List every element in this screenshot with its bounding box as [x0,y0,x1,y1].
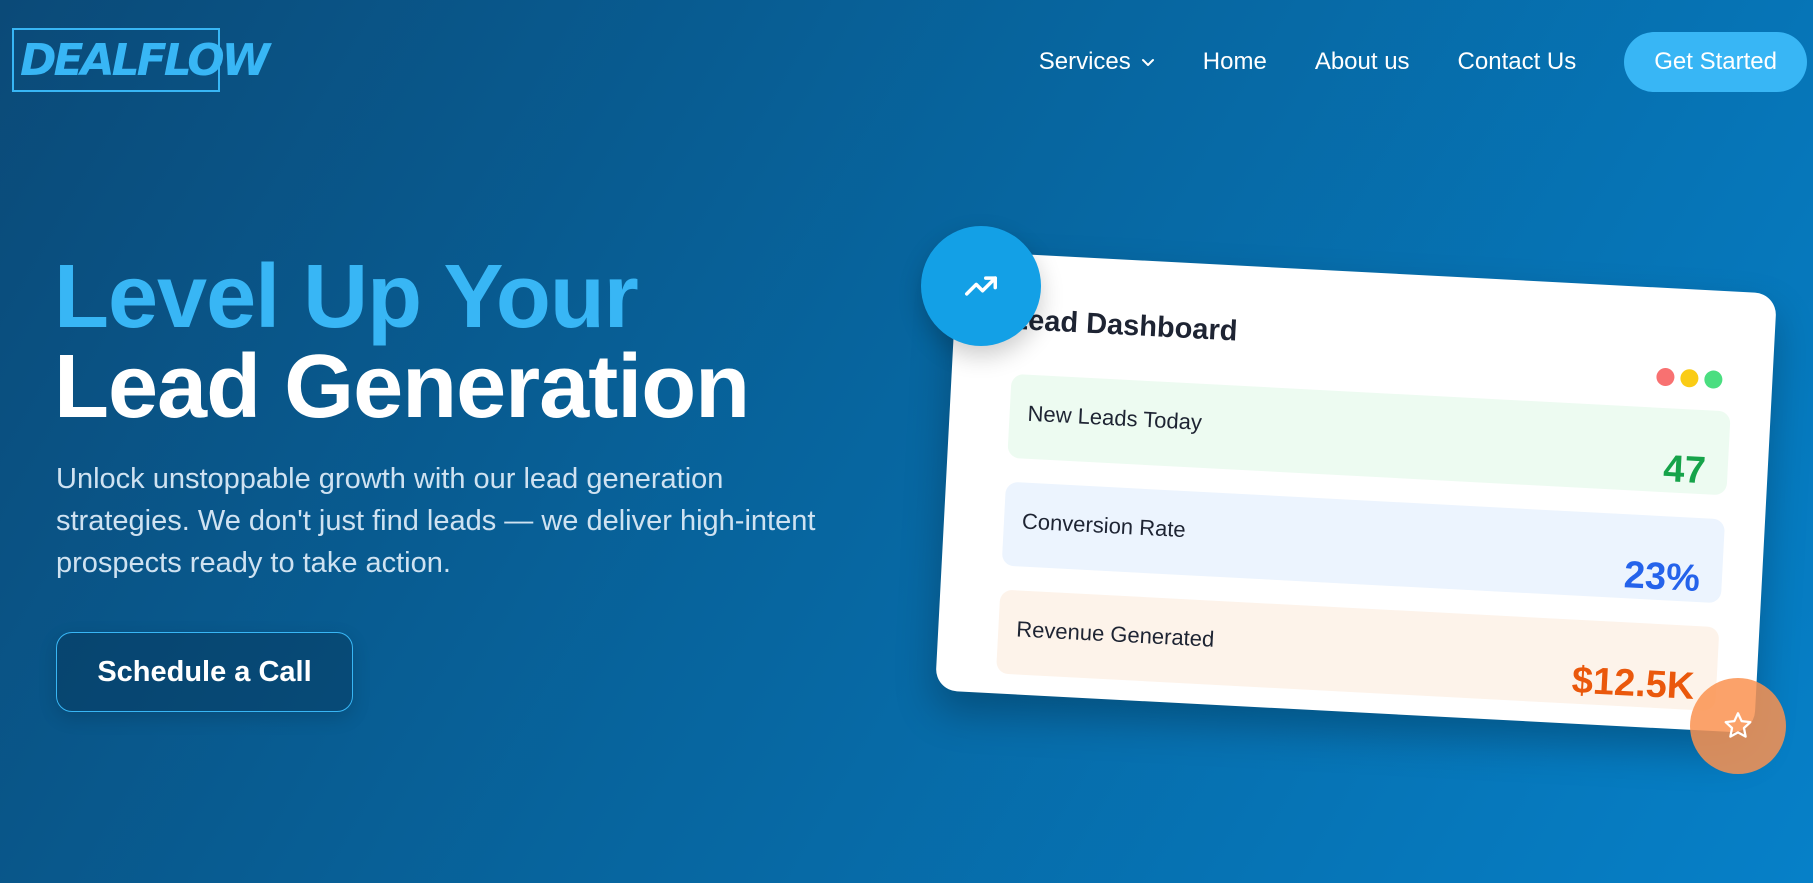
main-nav: Services Home About us Contact Us Get St… [1039,32,1807,92]
dashboard-title: Lead Dashboard [1009,303,1239,348]
window-dot-yellow [1679,368,1699,388]
nav-item-label: Contact Us [1457,48,1577,75]
lead-dashboard-card: Lead Dashboard New Leads Today 47 Conver… [935,250,1777,734]
window-dot-green [1703,370,1723,390]
metric-conversion-rate: Conversion Rate 23% [1001,481,1726,604]
chevron-down-icon [1141,59,1154,66]
window-dot-red [1655,367,1675,387]
nav-item-contact[interactable]: Contact Us [1458,48,1577,76]
hero-title-line2: Lead Generation [54,337,750,437]
nav-item-label: Home [1202,48,1267,75]
nav-item-services[interactable]: Services [1039,48,1155,76]
logo-text: DEALFLOW [20,34,270,86]
metric-value: 23% [1622,554,1702,601]
metric-new-leads: New Leads Today 47 [1007,373,1731,496]
star-badge [1690,678,1786,774]
star-icon [1724,712,1752,738]
logo[interactable]: DEALFLOW [12,28,270,92]
nav-item-label: Services [1038,48,1131,75]
metric-value: $12.5K [1570,659,1696,708]
metric-label: New Leads Today [1027,400,1203,435]
nav-item-label: About us [1314,48,1410,75]
nav-item-home[interactable]: Home [1203,48,1267,76]
hero-title-line1: Level Up Your [54,247,639,347]
nav-item-about[interactable]: About us [1315,48,1410,76]
trending-up-icon [965,276,997,296]
metric-label: Conversion Rate [1021,508,1187,543]
schedule-call-button[interactable]: Schedule a Call [56,632,353,712]
metric-revenue: Revenue Generated $12.5K [996,589,1720,712]
trending-up-badge [921,226,1041,346]
metric-value: 47 [1662,448,1707,493]
metric-label: Revenue Generated [1015,616,1215,652]
hero-subtitle: Unlock unstoppable growth with our lead … [56,463,816,579]
get-started-button[interactable]: Get Started [1624,32,1807,92]
window-dots [1655,367,1723,390]
